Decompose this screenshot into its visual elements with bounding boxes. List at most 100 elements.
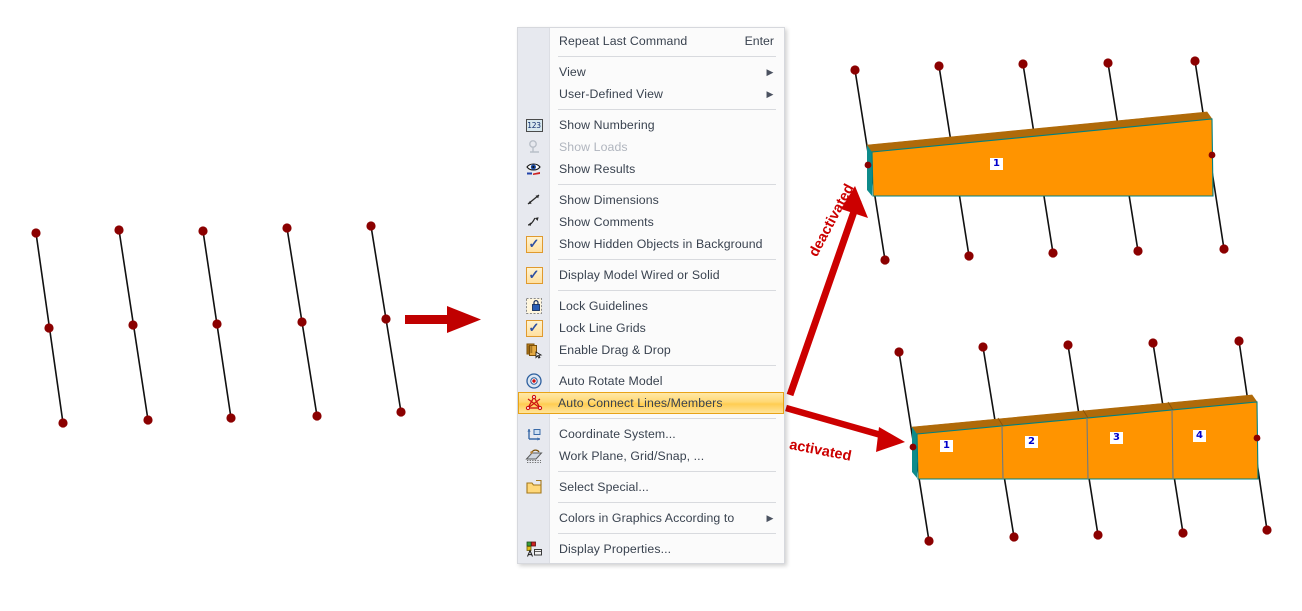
menu-separator (558, 533, 776, 534)
menu-item-show-numbering[interactable]: 123 Show Numbering (518, 114, 784, 136)
menu-item-label: Show Loads (559, 140, 628, 154)
menu-item-show-loads: Show Loads (518, 136, 784, 158)
unconnected-lines-nodes (31, 221, 406, 428)
menu-item-colors-in-graphics-according-to[interactable]: Colors in Graphics According to ▶ (518, 507, 784, 529)
checkbox-checked-icon (525, 319, 543, 337)
menu-separator (558, 418, 776, 419)
menu-item-coordinate-system[interactable]: Coordinate System... (518, 423, 784, 445)
menu-item-lock-line-grids[interactable]: Lock Line Grids (518, 317, 784, 339)
select-special-icon (518, 476, 550, 498)
coordinate-system-icon (527, 429, 541, 441)
menu-item-label: Show Comments (559, 215, 654, 229)
menu-separator (558, 290, 776, 291)
transform-arrow-icon (405, 306, 481, 333)
surface-solid-activated (911, 394, 1259, 480)
results-eye-icon (518, 158, 550, 180)
menu-separator (558, 365, 776, 366)
checkbox-checked-icon (518, 264, 550, 286)
surface-label-activated-2: 2 (1025, 436, 1038, 448)
checkbox-checked-icon (518, 317, 550, 339)
menu-item-view[interactable]: View ▶ (518, 61, 784, 83)
submenu-chevron-right-icon: ▶ (766, 66, 774, 77)
menu-item-show-hidden-objects-in-background[interactable]: Show Hidden Objects in Background (518, 233, 784, 255)
menu-item-label: Show Numbering (559, 118, 655, 132)
menu-separator (558, 259, 776, 260)
surface-label-activated-1: 1 (940, 440, 953, 452)
menu-item-label: Auto Rotate Model (559, 374, 663, 388)
load-icon (518, 136, 550, 158)
menu-item-label: Show Dimensions (559, 193, 659, 207)
menu-item-label: Lock Guidelines (559, 299, 648, 313)
menu-item-label: Work Plane, Grid/Snap, ... (559, 449, 705, 463)
menu-item-show-dimensions[interactable]: Show Dimensions (518, 189, 784, 211)
auto-rotate-icon (526, 373, 542, 389)
menu-item-label: Coordinate System... (559, 427, 676, 441)
menu-item-work-plane-grid-snap[interactable]: Work Plane, Grid/Snap, ... (518, 445, 784, 467)
menu-icon-placeholder (518, 83, 550, 105)
checkbox-checked-icon (518, 233, 550, 255)
dimension-arrow-icon (518, 189, 550, 211)
menu-item-label: View (559, 65, 586, 79)
menu-item-enable-drag-drop[interactable]: Enable Drag & Drop (518, 339, 784, 361)
deactivated-lines-group (854, 60, 1225, 261)
dimension-arrow-icon (527, 194, 540, 205)
surface-label-activated-4: 4 (1193, 430, 1206, 442)
menu-item-label: Colors in Graphics According to (559, 511, 735, 525)
auto-rotate-icon (518, 370, 550, 392)
menu-icon-placeholder (518, 507, 550, 529)
submenu-chevron-right-icon: ▶ (766, 512, 774, 523)
coordinate-system-icon (518, 423, 550, 445)
menu-icon-placeholder (518, 61, 550, 83)
menu-icon-placeholder (518, 30, 550, 52)
annotation-activated: activated (787, 437, 853, 465)
menu-item-shortcut: Enter (744, 34, 774, 48)
auto-connect-icon (525, 394, 543, 411)
auto-connect-icon (519, 392, 549, 414)
activated-lines-group (898, 340, 1268, 542)
graphics-context-menu[interactable]: Repeat Last Command Enter View ▶ User-Define… (517, 27, 785, 564)
menu-item-display-properties[interactable]: Display Properties... (518, 538, 784, 560)
work-plane-icon (525, 449, 543, 463)
surface-solid-deactivated (866, 111, 1214, 197)
menu-item-show-comments[interactable]: Show Comments (518, 211, 784, 233)
menu-separator (558, 471, 776, 472)
menu-item-label: User-Defined View (559, 87, 663, 101)
menu-item-label: Display Properties... (559, 542, 672, 556)
display-properties-icon (518, 538, 550, 560)
results-eye-icon (526, 163, 541, 175)
display-properties-icon (526, 541, 542, 557)
menu-item-repeat-last-command[interactable]: Repeat Last Command Enter (518, 30, 784, 52)
numbering-123-icon: 123 (525, 118, 543, 132)
checkbox-checked-icon (525, 235, 543, 253)
comment-arrow-icon (527, 217, 539, 226)
menu-item-list: Repeat Last Command Enter View ▶ User-Define… (518, 30, 784, 560)
comment-arrow-icon (518, 211, 550, 233)
menu-item-show-results[interactable]: Show Results (518, 158, 784, 180)
submenu-chevron-right-icon: ▶ (766, 88, 774, 99)
load-icon (529, 140, 539, 153)
lock-guidelines-icon (518, 295, 550, 317)
illustration-canvas: 1 1 2 3 4 deactivated activated Repeat L… (0, 0, 1302, 611)
surface-label-deactivated-1: 1 (990, 158, 1003, 170)
menu-item-auto-connect-lines-members[interactable]: Auto Connect Lines/Members (518, 392, 784, 414)
menu-item-select-special[interactable]: Select Special... (518, 476, 784, 498)
menu-item-lock-guidelines[interactable]: Lock Guidelines (518, 295, 784, 317)
annotation-deactivated: deactivated (806, 181, 858, 260)
numbering-123-icon: 123 (518, 114, 550, 136)
menu-item-label: Show Hidden Objects in Background (559, 237, 763, 251)
drag-drop-icon (518, 339, 550, 361)
surface-label-activated-3: 3 (1110, 432, 1123, 444)
checkbox-checked-icon (525, 266, 543, 284)
menu-item-label: Lock Line Grids (559, 321, 646, 335)
deactivated-nodes (850, 56, 1229, 265)
menu-item-label: Display Model Wired or Solid (559, 268, 720, 282)
menu-item-label: Enable Drag & Drop (559, 343, 671, 357)
select-special-icon (526, 479, 542, 494)
menu-item-label: Select Special... (559, 480, 649, 494)
menu-item-label: Repeat Last Command (559, 34, 688, 48)
menu-separator (558, 184, 776, 185)
menu-separator (558, 56, 776, 57)
menu-item-user-defined-view[interactable]: User-Defined View ▶ (518, 83, 784, 105)
menu-item-auto-rotate-model[interactable]: Auto Rotate Model (518, 370, 784, 392)
menu-item-display-model-wired-or-solid[interactable]: Display Model Wired or Solid (518, 264, 784, 286)
